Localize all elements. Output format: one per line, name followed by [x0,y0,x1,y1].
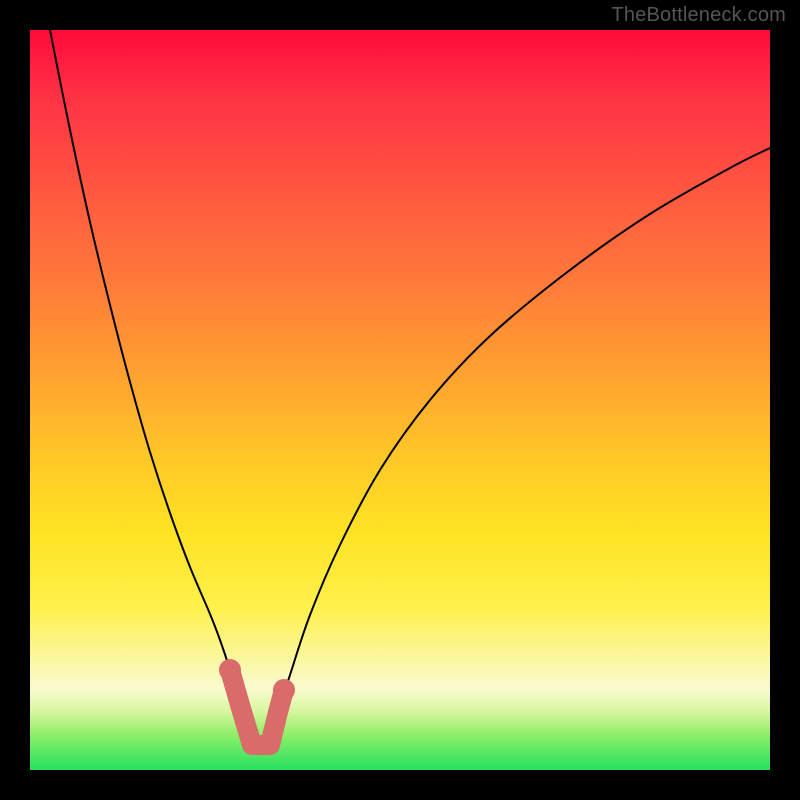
minimum-marker [30,30,770,770]
plot-area [30,30,770,770]
chart-frame: TheBottleneck.com [0,0,800,800]
watermark-text: TheBottleneck.com [611,4,786,27]
